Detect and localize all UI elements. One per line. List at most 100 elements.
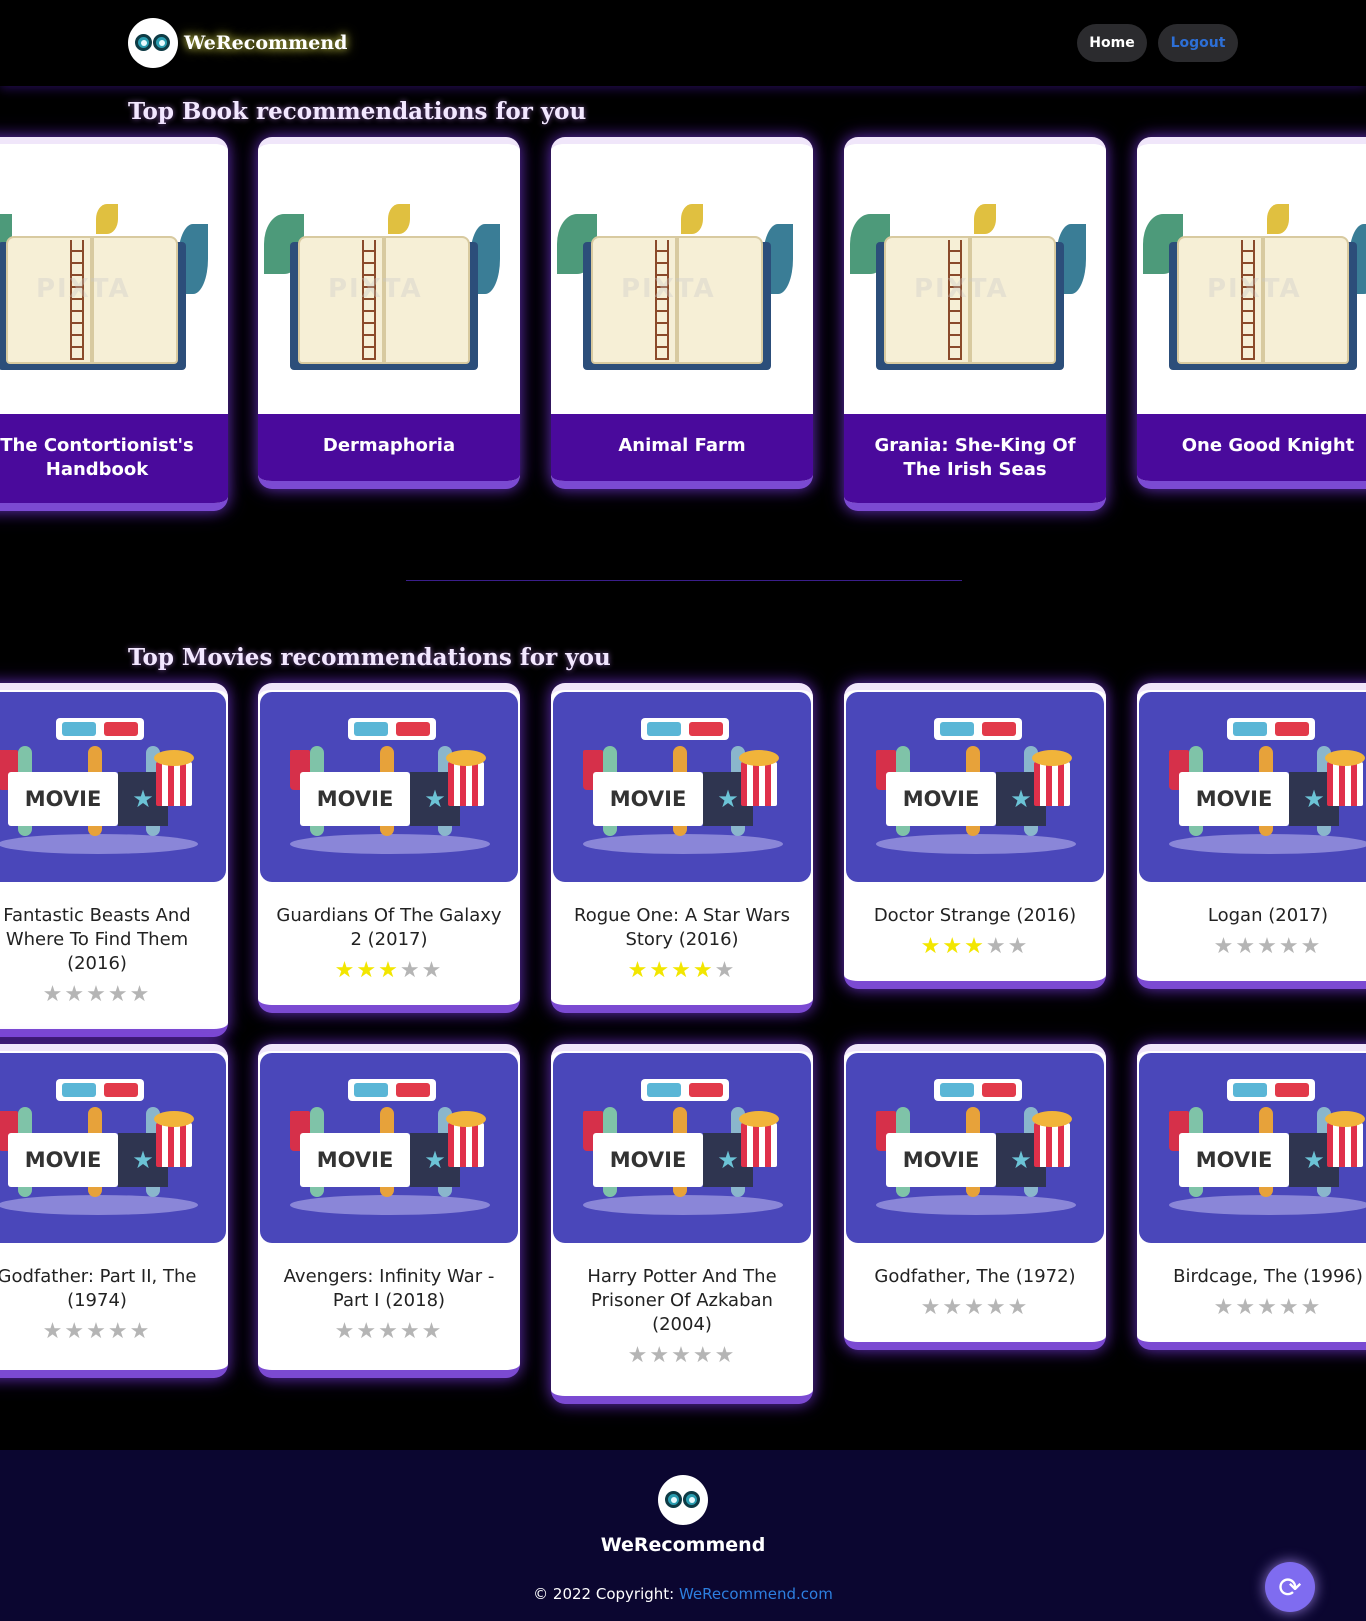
- movie-card[interactable]: MOVIE ★ Logan (2017) ★★★★★: [1137, 683, 1366, 989]
- star-icon[interactable]: ★: [43, 1319, 65, 1344]
- watermark: PIXTA: [36, 274, 131, 304]
- star-icon[interactable]: ★: [1257, 934, 1279, 959]
- book-card[interactable]: PIXTA Animal Farm: [551, 137, 813, 489]
- star-icon[interactable]: ★: [1257, 1295, 1279, 1320]
- movie-card[interactable]: MOVIE ★ Guardians Of The Galaxy 2 (2017)…: [258, 683, 520, 1013]
- rating-stars[interactable]: ★★★★★: [551, 1343, 813, 1376]
- star-icon[interactable]: ★: [1279, 1295, 1301, 1320]
- book-image: PIXTA: [844, 144, 1106, 414]
- book-card[interactable]: PIXTA Dermaphoria: [258, 137, 520, 489]
- star-icon[interactable]: ★: [43, 982, 65, 1007]
- star-icon[interactable]: ★: [942, 934, 964, 959]
- star-icon[interactable]: ★: [1214, 1295, 1236, 1320]
- book-title: The Contortionist's Handbook: [0, 414, 228, 503]
- star-icon[interactable]: ★: [64, 982, 86, 1007]
- star-icon[interactable]: ★: [649, 958, 671, 983]
- star-icon[interactable]: ★: [64, 1319, 86, 1344]
- movie-card[interactable]: MOVIE ★ Rogue One: A Star Wars Story (20…: [551, 683, 813, 1013]
- star-icon[interactable]: ★: [356, 1319, 378, 1344]
- home-button[interactable]: Home: [1077, 24, 1147, 62]
- star-icon[interactable]: ★: [628, 1343, 650, 1368]
- star-icon[interactable]: ★: [1301, 1295, 1323, 1320]
- star-icon[interactable]: ★: [86, 1319, 108, 1344]
- movie-title: Fantastic Beasts And Where To Find Them …: [3, 905, 191, 974]
- rating-stars[interactable]: ★★★★★: [551, 958, 813, 991]
- star-icon[interactable]: ★: [986, 1295, 1008, 1320]
- watermark: PIXTA: [328, 274, 423, 304]
- star-icon[interactable]: ★: [1214, 934, 1236, 959]
- star-icon[interactable]: ★: [335, 1319, 357, 1344]
- movie-title: Rogue One: A Star Wars Story (2016): [574, 905, 790, 950]
- copyright-text: © 2022 Copyright:: [533, 1585, 679, 1603]
- star-icon[interactable]: ★: [1008, 934, 1030, 959]
- star-icon[interactable]: ★: [1008, 1295, 1030, 1320]
- star-icon[interactable]: ★: [86, 982, 108, 1007]
- footer: WeRecommend © 2022 Copyright: WeRecommen…: [0, 1450, 1366, 1621]
- star-icon[interactable]: ★: [671, 958, 693, 983]
- poster-label: MOVIE: [1179, 1133, 1289, 1187]
- rating-stars[interactable]: ★★★★★: [258, 1319, 520, 1352]
- movie-card[interactable]: MOVIE ★ Godfather: Part II, The (1974) ★…: [0, 1044, 228, 1378]
- star-icon[interactable]: ★: [130, 1319, 152, 1344]
- movie-card[interactable]: MOVIE ★ Avengers: Infinity War - Part I …: [258, 1044, 520, 1378]
- star-icon[interactable]: ★: [400, 1319, 422, 1344]
- movie-title: Birdcage, The (1996): [1173, 1266, 1363, 1287]
- movie-poster: MOVIE ★: [846, 692, 1104, 882]
- movie-card[interactable]: MOVIE ★ Fantastic Beasts And Where To Fi…: [0, 683, 228, 1037]
- book-card[interactable]: PIXTA The Contortionist's Handbook: [0, 137, 228, 511]
- star-icon[interactable]: ★: [921, 1295, 943, 1320]
- movie-card[interactable]: MOVIE ★ Harry Potter And The Prisoner Of…: [551, 1044, 813, 1404]
- star-icon[interactable]: ★: [108, 982, 130, 1007]
- star-icon[interactable]: ★: [422, 1319, 444, 1344]
- star-icon[interactable]: ★: [921, 934, 943, 959]
- star-icon[interactable]: ★: [356, 958, 378, 983]
- footer-brand: WeRecommend: [600, 1534, 766, 1556]
- book-card[interactable]: PIXTA One Good Knight: [1137, 137, 1366, 489]
- star-icon[interactable]: ★: [715, 958, 737, 983]
- rating-stars[interactable]: ★★★★★: [844, 934, 1106, 967]
- star-icon[interactable]: ★: [422, 958, 444, 983]
- logout-button[interactable]: Logout: [1158, 24, 1238, 62]
- star-icon[interactable]: ★: [1235, 1295, 1257, 1320]
- star-icon[interactable]: ★: [1279, 934, 1301, 959]
- rating-stars[interactable]: ★★★★★: [0, 982, 228, 1015]
- poster-label: MOVIE: [886, 1133, 996, 1187]
- movie-poster: MOVIE ★: [846, 1053, 1104, 1243]
- rating-stars[interactable]: ★★★★★: [258, 958, 520, 991]
- poster-label: MOVIE: [886, 772, 996, 826]
- book-image: PIXTA: [551, 144, 813, 414]
- star-icon[interactable]: ★: [400, 958, 422, 983]
- movie-poster: MOVIE ★: [0, 692, 226, 882]
- star-icon[interactable]: ★: [649, 1343, 671, 1368]
- star-icon[interactable]: ★: [378, 1319, 400, 1344]
- book-card[interactable]: PIXTA Grania: She-King Of The Irish Seas: [844, 137, 1106, 511]
- movie-card[interactable]: MOVIE ★ Doctor Strange (2016) ★★★★★: [844, 683, 1106, 989]
- star-icon[interactable]: ★: [130, 982, 152, 1007]
- star-icon[interactable]: ★: [628, 958, 650, 983]
- star-icon[interactable]: ★: [942, 1295, 964, 1320]
- refresh-icon[interactable]: ⟳: [1265, 1562, 1315, 1612]
- movie-title: Logan (2017): [1207, 905, 1329, 926]
- copyright: © 2022 Copyright: WeRecommend.com: [0, 1585, 1366, 1603]
- star-icon[interactable]: ★: [964, 934, 986, 959]
- star-icon[interactable]: ★: [1301, 934, 1323, 959]
- watermark: PIXTA: [621, 274, 716, 304]
- star-icon[interactable]: ★: [964, 1295, 986, 1320]
- star-icon[interactable]: ★: [715, 1343, 737, 1368]
- star-icon[interactable]: ★: [986, 934, 1008, 959]
- star-icon[interactable]: ★: [1235, 934, 1257, 959]
- rating-stars[interactable]: ★★★★★: [1137, 1295, 1366, 1328]
- movie-card[interactable]: MOVIE ★ Birdcage, The (1996) ★★★★★: [1137, 1044, 1366, 1350]
- footer-link[interactable]: WeRecommend.com: [679, 1585, 833, 1603]
- star-icon[interactable]: ★: [378, 958, 400, 983]
- star-icon[interactable]: ★: [335, 958, 357, 983]
- movie-card[interactable]: MOVIE ★ Godfather, The (1972) ★★★★★: [844, 1044, 1106, 1350]
- star-icon[interactable]: ★: [108, 1319, 130, 1344]
- rating-stars[interactable]: ★★★★★: [844, 1295, 1106, 1328]
- rating-stars[interactable]: ★★★★★: [0, 1319, 228, 1352]
- star-icon[interactable]: ★: [693, 1343, 715, 1368]
- rating-stars[interactable]: ★★★★★: [1137, 934, 1366, 967]
- brand[interactable]: WeRecommend: [128, 18, 347, 68]
- star-icon[interactable]: ★: [693, 958, 715, 983]
- star-icon[interactable]: ★: [671, 1343, 693, 1368]
